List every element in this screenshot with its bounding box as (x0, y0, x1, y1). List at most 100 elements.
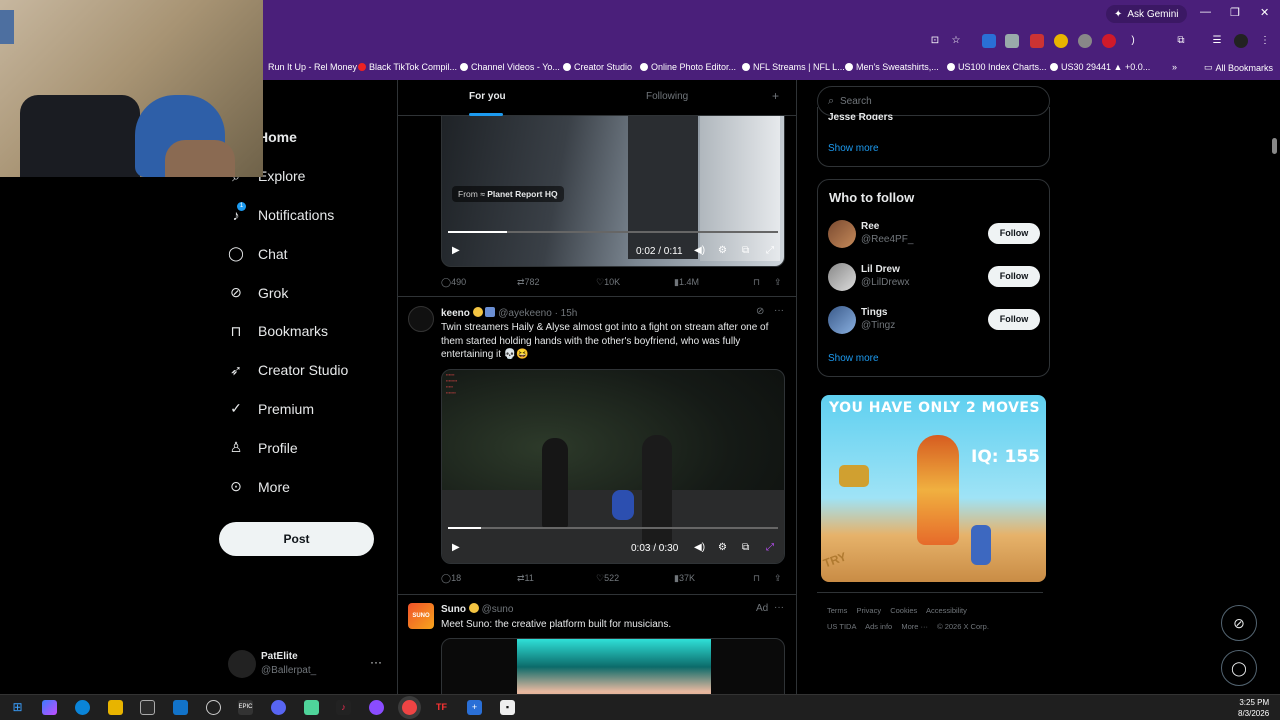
nav-profile[interactable]: ♙ Profile (220, 428, 390, 467)
like-button[interactable]: ♡ 522 (596, 573, 619, 584)
bookmark-item[interactable]: Channel Videos - Yo... (460, 62, 560, 72)
author-name[interactable]: keeno (441, 308, 470, 319)
video-player[interactable]: From ≈ Planet Report HQ ▶ 0:02 / 0:11 ◀)… (441, 100, 785, 267)
install-app-icon[interactable]: ⊡ (928, 34, 942, 48)
extension-icon[interactable] (982, 34, 996, 48)
tab-following[interactable]: Following (646, 91, 688, 102)
footer-link[interactable]: Accessibility (926, 606, 967, 615)
like-button[interactable]: ♡ 10K (596, 277, 620, 288)
post-button[interactable]: Post (219, 522, 374, 556)
nav-premium[interactable]: ✓ Premium (220, 390, 390, 429)
pip-icon[interactable]: ⧉ (742, 245, 749, 256)
bookmark-item[interactable]: Run It Up - Rel Money (268, 62, 357, 72)
avatar[interactable] (408, 306, 434, 332)
settings-icon[interactable]: ⚙ (718, 245, 727, 256)
trend-name[interactable]: Jesse Rogers (828, 112, 893, 120)
restore-icon[interactable]: ❐ (1230, 6, 1240, 19)
follow-suggestion[interactable]: Ree @Ree4PF_ Follow (828, 220, 1040, 250)
store-icon[interactable] (140, 700, 155, 715)
ask-gemini-button[interactable]: ✦ Ask Gemini (1106, 5, 1187, 23)
messages-fab-icon[interactable]: ◯ (1221, 650, 1257, 686)
nav-bookmarks[interactable]: ⊓ Bookmarks (220, 312, 390, 351)
tweet-age[interactable]: · 15h (555, 308, 578, 319)
nav-chat[interactable]: ◯ Chat (220, 234, 390, 273)
share-icon[interactable]: ⇪ (774, 277, 782, 288)
account-switcher[interactable]: PatElite @Ballerpat_ ··· (228, 650, 388, 680)
suno-logo[interactable]: SUNO (408, 603, 434, 629)
follow-button[interactable]: Follow (988, 309, 1040, 330)
app-icon[interactable]: ▪ (500, 700, 515, 715)
extension-icon[interactable] (1030, 34, 1044, 48)
author-handle[interactable]: @suno (482, 604, 514, 615)
chrome-icon[interactable] (402, 700, 417, 715)
all-bookmarks-button[interactable]: ▭ All Bookmarks (1204, 62, 1273, 73)
minimize-icon[interactable]: — (1200, 6, 1211, 18)
system-clock[interactable]: 3:25 PM 8/3/2026 (1238, 697, 1269, 719)
footer-link[interactable]: Ads info (865, 622, 892, 631)
nav-more[interactable]: ⊙ More (220, 467, 390, 506)
add-tab-icon[interactable]: + (772, 89, 779, 103)
author-name[interactable]: Suno (441, 604, 466, 615)
bookmark-item[interactable]: Black TikTok Compil... (358, 62, 457, 72)
bookmark-item[interactable]: Men's Sweatshirts,... (845, 62, 939, 72)
author-handle[interactable]: @ayekeeno (498, 308, 552, 319)
extension-icon[interactable] (1078, 34, 1092, 48)
follow-button[interactable]: Follow (988, 266, 1040, 287)
grok-icon[interactable]: ⊘ (756, 306, 764, 317)
extension-icon[interactable] (1102, 34, 1116, 48)
show-more-link[interactable]: Show more (828, 143, 879, 154)
extension-icon[interactable]: ) (1126, 34, 1140, 48)
video-progress-bar[interactable] (448, 527, 778, 529)
edge-icon[interactable] (75, 700, 90, 715)
app-icon[interactable]: + (467, 700, 482, 715)
nav-creator-studio[interactable]: ➶ Creator Studio (220, 351, 390, 390)
game-ad-banner[interactable]: YOU HAVE ONLY 2 MOVES IQ: 155 TRY (821, 395, 1046, 582)
views-button[interactable]: ▮ 37K (674, 573, 695, 584)
nav-grok[interactable]: ⊘ Grok (220, 273, 390, 312)
show-more-link[interactable]: Show more (828, 353, 879, 364)
streamlabs-icon[interactable] (304, 700, 319, 715)
fullscreen-icon[interactable]: ⤢ (766, 542, 774, 553)
extension-icon[interactable] (1054, 34, 1068, 48)
volume-icon[interactable]: ◀) (694, 245, 705, 256)
epic-games-icon[interactable]: EPIC (238, 700, 253, 715)
steam-icon[interactable] (206, 700, 221, 715)
app-icon[interactable] (369, 700, 384, 715)
footer-link[interactable]: US TIDA (827, 622, 856, 631)
windows-start-icon[interactable]: ⊞ (10, 700, 25, 715)
bookmark-item[interactable]: Online Photo Editor... (640, 62, 736, 72)
app-icon[interactable]: TF (434, 700, 449, 715)
video-player[interactable]: ▪▪▪▪▪▪ ▪▪▪▪▪▪▪▪ ▪▪▪▪▪ ▪▪▪▪▪▪▪ ▶ 0:03 / 0:30… (441, 369, 785, 564)
repost-button[interactable]: ⇄ 11 (517, 573, 534, 584)
star-icon[interactable]: ☆ (949, 34, 963, 48)
discord-icon[interactable] (271, 700, 286, 715)
share-icon[interactable]: ⇪ (774, 573, 782, 584)
bookmark-item[interactable]: NFL Streams | NFL L... (742, 62, 845, 72)
play-icon[interactable]: ▶ (452, 542, 460, 553)
bookmark-item[interactable]: US100 Index Charts... (947, 62, 1047, 72)
fullscreen-icon[interactable]: ⤢ (766, 245, 774, 256)
grok-fab-icon[interactable]: ⊘ (1221, 605, 1257, 641)
bookmark-icon[interactable]: ⊓ (753, 573, 760, 584)
volume-icon[interactable]: ◀) (694, 542, 705, 553)
follow-button[interactable]: Follow (988, 223, 1040, 244)
bookmark-icon[interactable]: ⊓ (753, 277, 760, 288)
repost-button[interactable]: ⇄ 782 (517, 277, 540, 288)
video-source-chip[interactable]: From ≈ Planet Report HQ (452, 186, 564, 202)
profile-avatar-icon[interactable] (1234, 34, 1248, 48)
scrollbar-thumb[interactable] (1272, 138, 1277, 154)
reply-button[interactable]: ◯ 18 (441, 573, 461, 584)
pip-icon[interactable]: ⧉ (742, 542, 749, 553)
tab-for-you[interactable]: For you (469, 91, 506, 102)
outlook-icon[interactable] (173, 700, 188, 715)
play-icon[interactable]: ▶ (452, 245, 460, 256)
settings-icon[interactable]: ⚙ (718, 542, 727, 553)
views-button[interactable]: ▮ 1.4M (674, 277, 699, 288)
copilot-icon[interactable] (42, 700, 57, 715)
nav-notifications[interactable]: ♪ 1 Notifications (220, 196, 390, 235)
reply-button[interactable]: ◯ 490 (441, 277, 466, 288)
follow-suggestion[interactable]: Lil Drew @LilDrewx Follow (828, 263, 1040, 293)
bookmark-item[interactable]: US30 29441 ▲ +0.0... (1050, 62, 1150, 72)
more-icon[interactable]: ··· (774, 602, 784, 613)
footer-link[interactable]: Cookies (890, 606, 917, 615)
